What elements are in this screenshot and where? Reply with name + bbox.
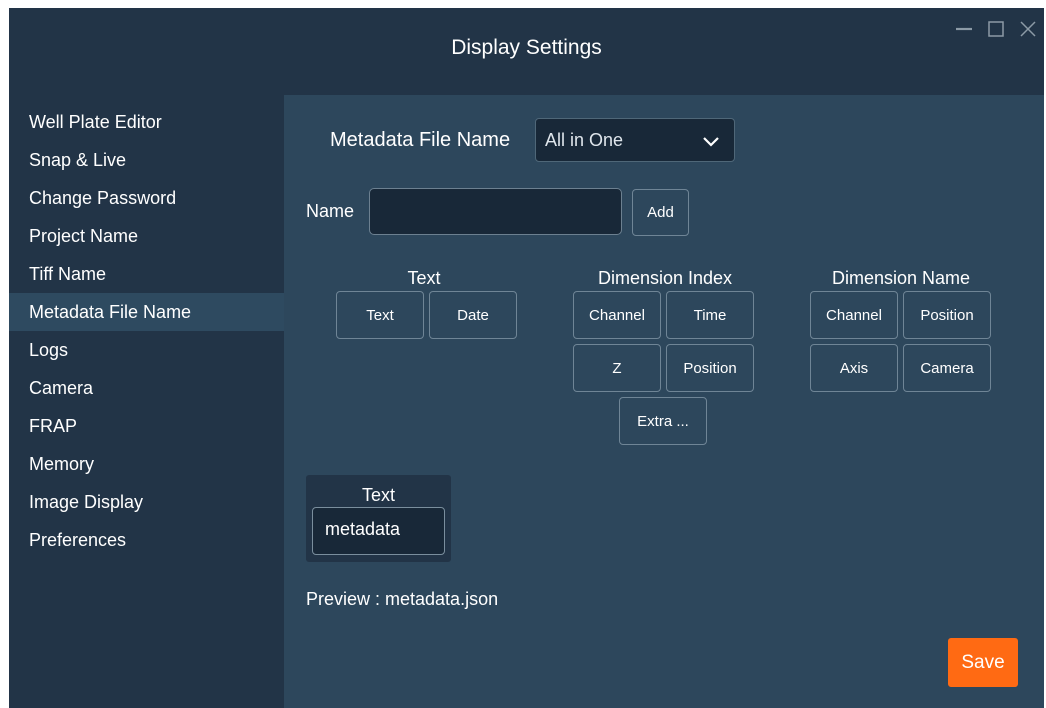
title-bar: Display Settings — [9, 8, 1044, 95]
maximize-icon — [988, 21, 1004, 37]
text-component-input[interactable]: metadata — [312, 507, 445, 555]
sidebar-item-logs[interactable]: Logs — [9, 331, 284, 369]
dim-index-channel-button[interactable]: Channel — [573, 291, 661, 339]
dim-index-time-button[interactable]: Time — [666, 291, 754, 339]
sidebar-item-metadata-file-name[interactable]: Metadata File Name — [9, 293, 284, 331]
add-button[interactable]: Add — [632, 189, 689, 236]
maximize-button[interactable] — [980, 16, 1012, 42]
name-label: Name — [306, 201, 355, 221]
metadata-settings-panel: Metadata File Name All in One Name Add T… — [284, 95, 1044, 708]
sidebar-item-camera[interactable]: Camera — [9, 369, 284, 407]
close-button[interactable] — [1012, 16, 1044, 42]
settings-sidebar: Well Plate Editor Snap & Live Change Pas… — [9, 95, 284, 708]
dimension-name-title: Dimension Name — [831, 268, 971, 288]
sidebar-item-snap-live[interactable]: Snap & Live — [9, 141, 284, 179]
sidebar-item-memory[interactable]: Memory — [9, 445, 284, 483]
save-button[interactable]: Save — [948, 638, 1018, 687]
dimension-index-title: Dimension Index — [597, 268, 733, 288]
dim-name-position-button[interactable]: Position — [903, 291, 991, 339]
filename-preview: Preview : metadata.json — [306, 589, 499, 609]
metadata-file-name-label: Metadata File Name — [330, 129, 511, 151]
text-button[interactable]: Text — [336, 291, 424, 339]
sidebar-item-preferences[interactable]: Preferences — [9, 521, 284, 559]
window-title: Display Settings — [451, 36, 602, 59]
sidebar-item-tiff-name[interactable]: Tiff Name — [9, 255, 284, 293]
sidebar-item-well-plate-editor[interactable]: Well Plate Editor — [9, 103, 284, 141]
settings-window: Display Settings Well Plate Editor Snap … — [9, 8, 1044, 708]
text-group-title: Text — [407, 268, 441, 288]
sidebar-item-change-password[interactable]: Change Password — [9, 179, 284, 217]
window-controls — [948, 16, 1044, 42]
name-input[interactable] — [369, 188, 622, 235]
metadata-mode-value: All in One — [545, 130, 624, 150]
sidebar-item-image-display[interactable]: Image Display — [9, 483, 284, 521]
close-icon — [1020, 21, 1036, 37]
minimize-button[interactable] — [948, 16, 980, 42]
sidebar-item-project-name[interactable]: Project Name — [9, 217, 284, 255]
chevron-down-icon — [703, 137, 719, 147]
text-component-label: Text — [361, 485, 395, 505]
dim-name-channel-button[interactable]: Channel — [810, 291, 898, 339]
sidebar-item-frap[interactable]: FRAP — [9, 407, 284, 445]
dim-name-axis-button[interactable]: Axis — [810, 344, 898, 392]
minimize-icon — [956, 27, 972, 31]
text-component-block: Text metadata — [306, 475, 451, 562]
metadata-mode-select[interactable]: All in One — [535, 118, 735, 162]
date-button[interactable]: Date — [429, 291, 517, 339]
dim-name-camera-button[interactable]: Camera — [903, 344, 991, 392]
dim-index-position-button[interactable]: Position — [666, 344, 754, 392]
dim-index-extra-button[interactable]: Extra ... — [619, 397, 707, 445]
dim-index-z-button[interactable]: Z — [573, 344, 661, 392]
